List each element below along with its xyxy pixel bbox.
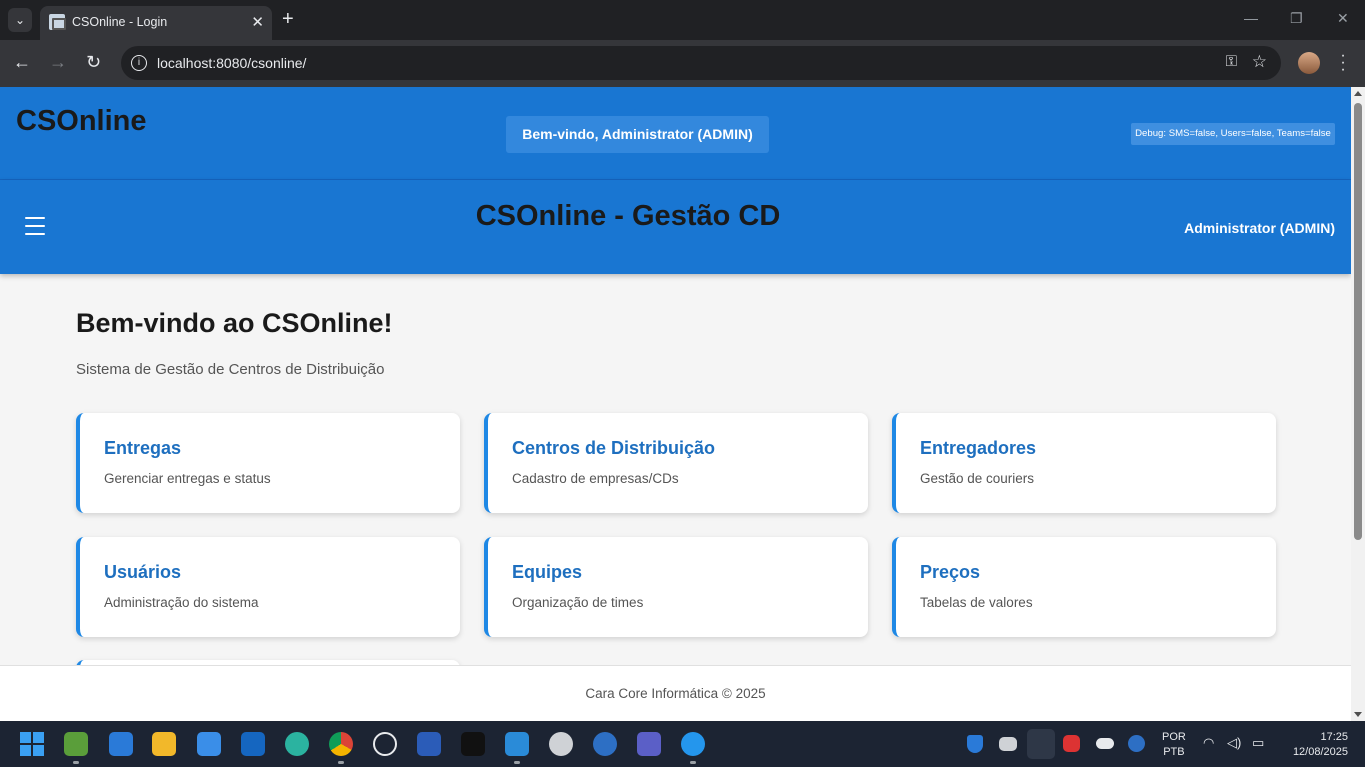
footer-text: Cara Core Informática © 2025: [585, 686, 766, 701]
page-subheading: Sistema de Gestão de Centros de Distribu…: [76, 361, 385, 378]
meet-tray-icon[interactable]: [1128, 735, 1145, 752]
clock-date: 12/08/2025: [1292, 746, 1348, 758]
debug-badge: Debug: SMS=false, Users=false, Teams=fal…: [1131, 123, 1335, 145]
input-language[interactable]: POR PTB: [1162, 730, 1186, 760]
app-icon[interactable]: [461, 732, 485, 756]
card-title: Entregadores: [920, 438, 1037, 458]
browser-toolbar: ← → ↻ i localhost:8080/csonline/ ⚿ ☆: [0, 40, 1365, 87]
nav-header: CSOnline - Gestão CD Administrator (ADMI…: [0, 180, 1351, 274]
window-maximize-button[interactable]: ❐: [1290, 10, 1303, 27]
outlook-icon[interactable]: [241, 732, 265, 756]
bookmark-star-icon[interactable]: ☆: [1252, 52, 1267, 72]
nav-user-label: Administrator (ADMIN): [1184, 220, 1335, 236]
nav-title: CSOnline - Gestão CD: [475, 200, 781, 232]
welcome-badge: Bem-vindo, Administrator (ADMIN): [506, 116, 769, 153]
taskbar-running-indicator: [690, 761, 696, 764]
onedrive-icon[interactable]: [1096, 738, 1114, 749]
card-entregas[interactable]: Entregas Gerenciar entregas e status: [76, 413, 460, 513]
docker-tray-icon[interactable]: [999, 737, 1017, 751]
card-desc: Cadastro de empresas/CDs: [512, 471, 679, 486]
security-shield-icon[interactable]: [967, 735, 983, 753]
feather-tray-icon[interactable]: [1027, 729, 1055, 759]
edge-icon[interactable]: [285, 732, 309, 756]
taskbar-running-indicator: [514, 761, 520, 764]
card-title: Usuários: [104, 562, 182, 582]
card-title: Preços: [920, 562, 981, 582]
window-minimize-button[interactable]: —: [1244, 10, 1258, 26]
acrobat-tray-icon[interactable]: [1063, 735, 1080, 752]
store-icon[interactable]: [197, 732, 221, 756]
profile-avatar[interactable]: [1298, 52, 1320, 74]
site-info-icon[interactable]: i: [131, 55, 147, 71]
lang-bottom: PTB: [1163, 746, 1185, 758]
card-precos[interactable]: Preços Tabelas de valores: [892, 537, 1276, 637]
wifi-icon[interactable]: ◠: [1203, 735, 1214, 751]
taskbar-running-indicator: [73, 761, 79, 764]
card-desc: Gerenciar entregas e status: [104, 471, 271, 486]
teams-icon[interactable]: [637, 732, 661, 756]
battery-icon[interactable]: ▭: [1252, 735, 1264, 751]
card-usuarios[interactable]: Usuários Administração do sistema: [76, 537, 460, 637]
card-entregadores[interactable]: Entregadores Gestão de couriers: [892, 413, 1276, 513]
scroll-up-icon[interactable]: [1354, 91, 1362, 96]
reload-button[interactable]: ↻: [86, 52, 101, 72]
wildfly-icon[interactable]: [549, 732, 573, 756]
card-title: Centros de Distribuição: [512, 438, 716, 458]
volume-icon[interactable]: ◁): [1227, 735, 1241, 751]
brand-title: CSOnline: [16, 105, 147, 137]
page-heading: Bem-vindo ao CSOnline!: [76, 308, 393, 338]
clock-time: 17:25: [1320, 731, 1348, 743]
card-equipes[interactable]: Equipes Organização de times: [484, 537, 868, 637]
page-viewport: CSOnline Bem-vindo, Administrator (ADMIN…: [0, 87, 1351, 721]
forward-button[interactable]: →: [49, 52, 67, 72]
card-desc: Administração do sistema: [104, 595, 259, 610]
new-tab-button[interactable]: +: [282, 9, 294, 29]
card-desc: Tabelas de valores: [920, 595, 1033, 610]
tab-title: CSOnline - Login: [72, 15, 168, 29]
card-title: Equipes: [512, 562, 583, 582]
tab-search-button[interactable]: ⌄: [8, 8, 32, 32]
card-title: Entregas: [104, 438, 182, 458]
chatgpt-icon[interactable]: [373, 732, 397, 756]
notepad-icon[interactable]: [64, 732, 88, 756]
page-footer: Cara Core Informática © 2025: [0, 665, 1351, 721]
app-dots-icon[interactable]: [593, 732, 617, 756]
tab-favicon-icon: [49, 14, 66, 30]
card-desc: Organização de times: [512, 595, 644, 610]
scroll-down-icon[interactable]: [1354, 712, 1362, 717]
taskbar-running-indicator: [338, 761, 344, 764]
chrome-icon[interactable]: [329, 732, 353, 756]
url-text[interactable]: localhost:8080/csonline/: [157, 55, 306, 71]
windows-start-icon[interactable]: [20, 732, 44, 756]
file-explorer-icon[interactable]: [152, 732, 176, 756]
card-centros-distribuicao[interactable]: Centros de Distribuição Cadastro de empr…: [484, 413, 868, 513]
taskbar-clock[interactable]: 17:25 12/08/2025: [1284, 730, 1348, 760]
browser-menu-icon[interactable]: · · ·: [1338, 48, 1348, 78]
password-key-icon[interactable]: ⚿: [1226, 53, 1237, 70]
page-scrollbar[interactable]: [1351, 87, 1365, 721]
lang-top: POR: [1162, 731, 1186, 743]
vscode-icon[interactable]: [505, 732, 529, 756]
windows-taskbar: POR PTB ◠ ◁) ▭ 17:25 12/08/2025: [0, 721, 1365, 767]
scroll-thumb[interactable]: [1354, 103, 1362, 540]
notes-icon[interactable]: [109, 732, 133, 756]
tab-close-icon[interactable]: ✕: [251, 13, 264, 31]
browser-tab[interactable]: CSOnline - Login ✕: [40, 6, 272, 40]
browser-tab-bar: ⌄ CSOnline - Login ✕ + — ❐ ✕: [0, 0, 1365, 40]
word-icon[interactable]: [417, 732, 441, 756]
back-button[interactable]: ←: [13, 52, 31, 72]
app-header: CSOnline Bem-vindo, Administrator (ADMIN…: [0, 87, 1351, 180]
card-desc: Gestão de couriers: [920, 471, 1035, 486]
address-bar[interactable]: i localhost:8080/csonline/ ⚿ ☆: [121, 46, 1281, 80]
docker-icon[interactable]: [681, 732, 705, 756]
window-close-button[interactable]: ✕: [1337, 10, 1349, 27]
